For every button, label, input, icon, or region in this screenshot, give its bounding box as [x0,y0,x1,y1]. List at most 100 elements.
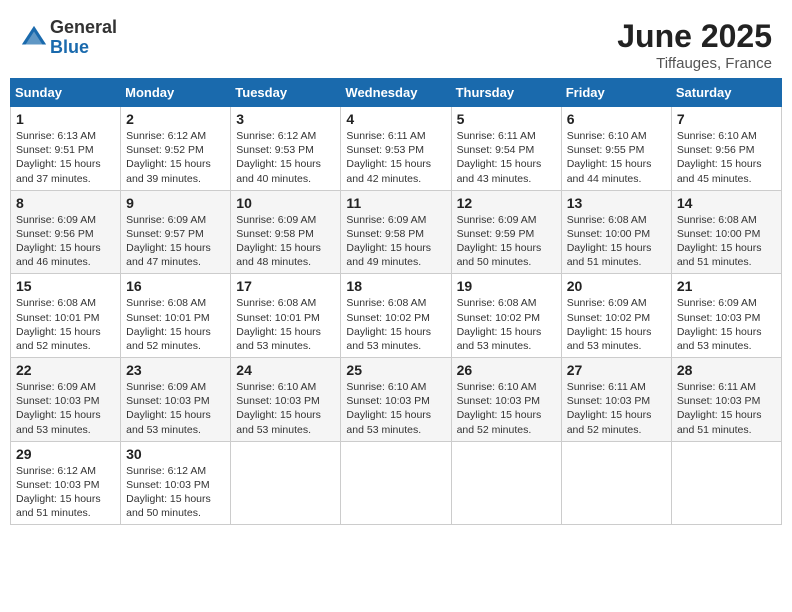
day-info: Sunrise: 6:08 AMSunset: 10:02 PMDaylight… [457,297,542,352]
table-row: 1 Sunrise: 6:13 AMSunset: 9:51 PMDayligh… [11,107,121,191]
day-number: 22 [16,362,115,378]
day-number: 26 [457,362,556,378]
table-row: 2 Sunrise: 6:12 AMSunset: 9:52 PMDayligh… [121,107,231,191]
title-area: June 2025 Tiffauges, France [617,18,772,72]
day-number: 18 [346,278,445,294]
page-header: General Blue June 2025 Tiffauges, France [10,10,782,78]
col-saturday: Saturday [671,79,781,107]
day-info: Sunrise: 6:08 AMSunset: 10:00 PMDaylight… [677,214,762,269]
table-row: 22 Sunrise: 6:09 AMSunset: 10:03 PMDayli… [11,358,121,442]
table-row [341,441,451,525]
calendar-table: Sunday Monday Tuesday Wednesday Thursday… [10,78,782,525]
table-row: 13 Sunrise: 6:08 AMSunset: 10:00 PMDayli… [561,190,671,274]
day-info: Sunrise: 6:09 AMSunset: 10:03 PMDaylight… [16,381,101,436]
day-number: 21 [677,278,776,294]
table-row: 23 Sunrise: 6:09 AMSunset: 10:03 PMDayli… [121,358,231,442]
table-row: 19 Sunrise: 6:08 AMSunset: 10:02 PMDayli… [451,274,561,358]
col-wednesday: Wednesday [341,79,451,107]
day-info: Sunrise: 6:08 AMSunset: 10:02 PMDaylight… [346,297,431,352]
table-row: 8 Sunrise: 6:09 AMSunset: 9:56 PMDayligh… [11,190,121,274]
day-number: 13 [567,195,666,211]
table-row: 28 Sunrise: 6:11 AMSunset: 10:03 PMDayli… [671,358,781,442]
day-number: 3 [236,111,335,127]
table-row: 16 Sunrise: 6:08 AMSunset: 10:01 PMDayli… [121,274,231,358]
logo-icon [20,24,48,52]
table-row: 12 Sunrise: 6:09 AMSunset: 9:59 PMDaylig… [451,190,561,274]
calendar-week-row: 8 Sunrise: 6:09 AMSunset: 9:56 PMDayligh… [11,190,782,274]
calendar-week-row: 1 Sunrise: 6:13 AMSunset: 9:51 PMDayligh… [11,107,782,191]
table-row: 25 Sunrise: 6:10 AMSunset: 10:03 PMDayli… [341,358,451,442]
day-info: Sunrise: 6:09 AMSunset: 10:03 PMDaylight… [677,297,762,352]
month-title: June 2025 [617,18,772,55]
table-row: 27 Sunrise: 6:11 AMSunset: 10:03 PMDayli… [561,358,671,442]
day-number: 10 [236,195,335,211]
day-number: 1 [16,111,115,127]
day-number: 4 [346,111,445,127]
day-info: Sunrise: 6:10 AMSunset: 10:03 PMDaylight… [346,381,431,436]
day-number: 20 [567,278,666,294]
day-number: 30 [126,446,225,462]
day-number: 29 [16,446,115,462]
day-number: 7 [677,111,776,127]
day-info: Sunrise: 6:09 AMSunset: 10:03 PMDaylight… [126,381,211,436]
day-number: 11 [346,195,445,211]
table-row: 4 Sunrise: 6:11 AMSunset: 9:53 PMDayligh… [341,107,451,191]
day-number: 19 [457,278,556,294]
day-number: 14 [677,195,776,211]
day-info: Sunrise: 6:08 AMSunset: 10:01 PMDaylight… [236,297,321,352]
day-info: Sunrise: 6:13 AMSunset: 9:51 PMDaylight:… [16,130,101,185]
day-info: Sunrise: 6:12 AMSunset: 9:53 PMDaylight:… [236,130,321,185]
table-row: 18 Sunrise: 6:08 AMSunset: 10:02 PMDayli… [341,274,451,358]
day-number: 17 [236,278,335,294]
day-info: Sunrise: 6:11 AMSunset: 9:53 PMDaylight:… [346,130,431,185]
table-row [671,441,781,525]
table-row: 20 Sunrise: 6:09 AMSunset: 10:02 PMDayli… [561,274,671,358]
table-row [451,441,561,525]
day-info: Sunrise: 6:09 AMSunset: 9:56 PMDaylight:… [16,214,101,269]
calendar-week-row: 15 Sunrise: 6:08 AMSunset: 10:01 PMDayli… [11,274,782,358]
day-info: Sunrise: 6:10 AMSunset: 9:55 PMDaylight:… [567,130,652,185]
day-number: 25 [346,362,445,378]
day-number: 9 [126,195,225,211]
table-row: 17 Sunrise: 6:08 AMSunset: 10:01 PMDayli… [231,274,341,358]
logo: General Blue [20,18,117,58]
col-friday: Friday [561,79,671,107]
table-row: 21 Sunrise: 6:09 AMSunset: 10:03 PMDayli… [671,274,781,358]
calendar-week-row: 22 Sunrise: 6:09 AMSunset: 10:03 PMDayli… [11,358,782,442]
day-number: 6 [567,111,666,127]
day-info: Sunrise: 6:11 AMSunset: 10:03 PMDaylight… [567,381,652,436]
day-info: Sunrise: 6:11 AMSunset: 9:54 PMDaylight:… [457,130,542,185]
calendar-week-row: 29 Sunrise: 6:12 AMSunset: 10:03 PMDayli… [11,441,782,525]
calendar-header-row: Sunday Monday Tuesday Wednesday Thursday… [11,79,782,107]
day-info: Sunrise: 6:12 AMSunset: 10:03 PMDaylight… [16,465,101,520]
table-row: 3 Sunrise: 6:12 AMSunset: 9:53 PMDayligh… [231,107,341,191]
day-info: Sunrise: 6:09 AMSunset: 9:58 PMDaylight:… [236,214,321,269]
day-info: Sunrise: 6:09 AMSunset: 9:59 PMDaylight:… [457,214,542,269]
day-number: 15 [16,278,115,294]
table-row: 26 Sunrise: 6:10 AMSunset: 10:03 PMDayli… [451,358,561,442]
table-row: 30 Sunrise: 6:12 AMSunset: 10:03 PMDayli… [121,441,231,525]
day-info: Sunrise: 6:10 AMSunset: 9:56 PMDaylight:… [677,130,762,185]
day-info: Sunrise: 6:09 AMSunset: 9:57 PMDaylight:… [126,214,211,269]
logo-general: General [50,18,117,38]
logo-blue: Blue [50,38,117,58]
day-number: 28 [677,362,776,378]
table-row: 10 Sunrise: 6:09 AMSunset: 9:58 PMDaylig… [231,190,341,274]
table-row [231,441,341,525]
day-number: 8 [16,195,115,211]
table-row: 7 Sunrise: 6:10 AMSunset: 9:56 PMDayligh… [671,107,781,191]
table-row [561,441,671,525]
col-tuesday: Tuesday [231,79,341,107]
col-thursday: Thursday [451,79,561,107]
col-monday: Monday [121,79,231,107]
day-info: Sunrise: 6:08 AMSunset: 10:00 PMDaylight… [567,214,652,269]
location-title: Tiffauges, France [617,55,772,72]
day-number: 16 [126,278,225,294]
table-row: 11 Sunrise: 6:09 AMSunset: 9:58 PMDaylig… [341,190,451,274]
logo-text: General Blue [50,18,117,58]
day-number: 24 [236,362,335,378]
day-info: Sunrise: 6:08 AMSunset: 10:01 PMDaylight… [16,297,101,352]
table-row: 15 Sunrise: 6:08 AMSunset: 10:01 PMDayli… [11,274,121,358]
day-info: Sunrise: 6:12 AMSunset: 9:52 PMDaylight:… [126,130,211,185]
day-info: Sunrise: 6:09 AMSunset: 10:02 PMDaylight… [567,297,652,352]
